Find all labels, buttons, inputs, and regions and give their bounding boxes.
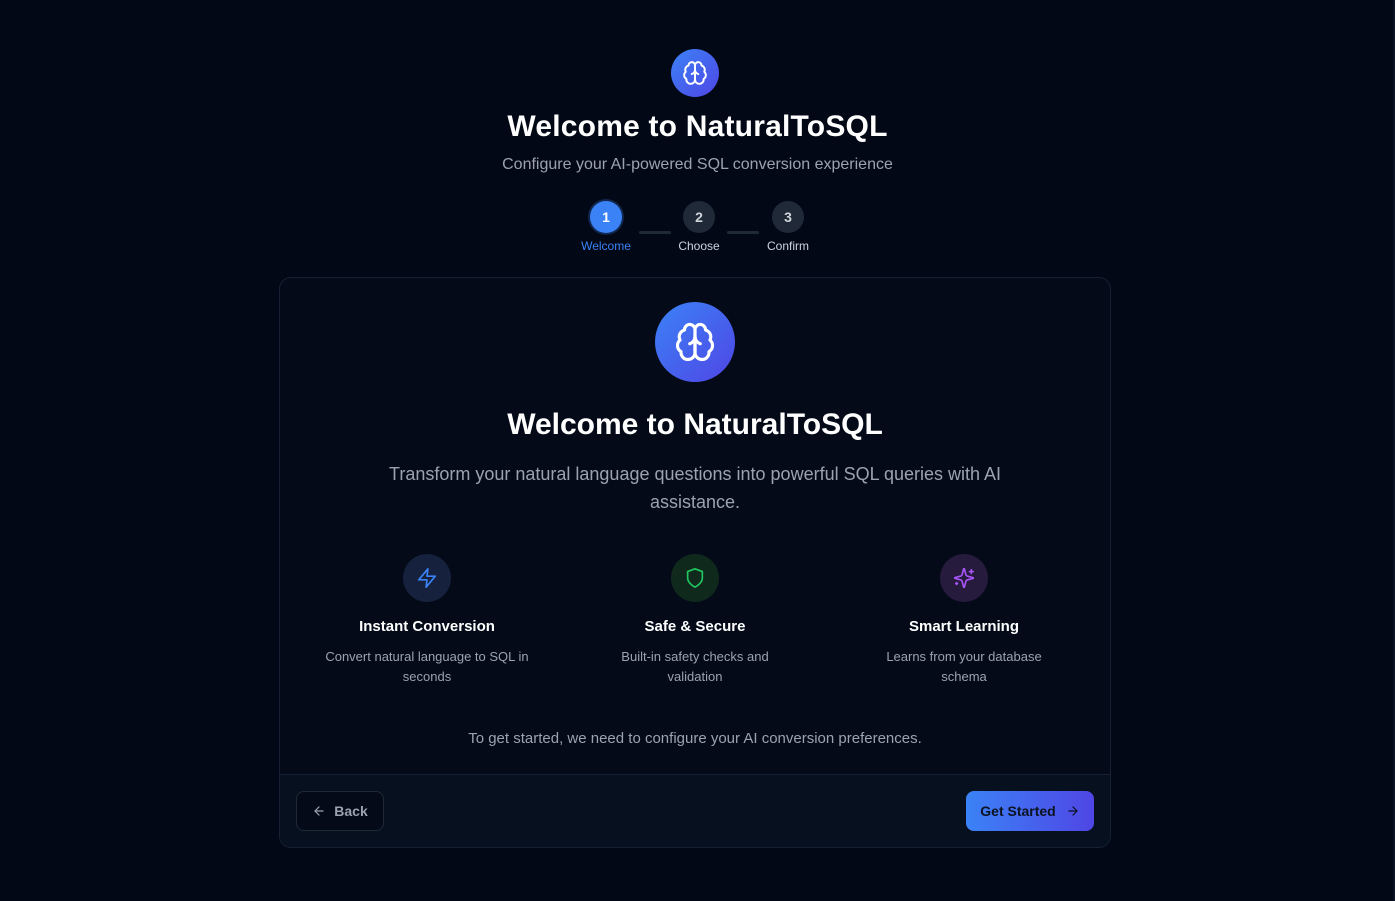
- step-label: Choose: [678, 239, 720, 253]
- step-welcome[interactable]: 1 Welcome: [566, 201, 646, 253]
- step-number: 2: [683, 201, 715, 233]
- page-subtitle: Configure your AI-powered SQL conversion…: [502, 156, 893, 173]
- feature-title: Smart Learning: [908, 618, 1020, 635]
- shield-icon: [686, 568, 704, 588]
- feature-safe-secure: Safe & Secure Built-in safety checks and…: [585, 554, 805, 687]
- feature-instant-conversion: Instant Conversion Convert natural langu…: [317, 554, 537, 687]
- app-logo: [671, 49, 719, 97]
- feature-title: Instant Conversion: [359, 618, 495, 635]
- feature-icon-wrap: [403, 554, 451, 602]
- card-title: Welcome to NaturalToSQL: [507, 408, 883, 441]
- feature-icon-wrap: [671, 554, 719, 602]
- brain-icon: [675, 322, 715, 362]
- arrow-left-icon: [314, 806, 324, 816]
- feature-description: Built-in safety checks and validation: [621, 649, 769, 684]
- sparkles-icon: [953, 567, 975, 589]
- feature-description: Learns from your database schema: [886, 649, 1042, 684]
- card-description: Transform your natural language question…: [389, 464, 1001, 512]
- page-title: Welcome to NaturalToSQL: [507, 110, 888, 143]
- brain-icon: [683, 61, 707, 85]
- back-label: Back: [334, 803, 368, 819]
- step-number: 3: [772, 201, 804, 233]
- step-confirm[interactable]: 3 Confirm: [748, 201, 828, 253]
- step-number: 1: [590, 201, 622, 233]
- get-started-button[interactable]: Get Started: [966, 791, 1094, 831]
- setup-note: To get started, we need to configure you…: [468, 730, 922, 747]
- get-started-label: Get Started: [980, 803, 1056, 819]
- step-label: Welcome: [581, 239, 631, 253]
- feature-smart-learning: Smart Learning Learns from your database…: [854, 554, 1074, 687]
- card-logo: [655, 302, 735, 382]
- welcome-card: Welcome to NaturalToSQL Transform your n…: [279, 277, 1111, 848]
- step-choose[interactable]: 2 Choose: [659, 201, 739, 253]
- lightning-icon: [417, 568, 437, 588]
- feature-icon-wrap: [940, 554, 988, 602]
- feature-title: Safe & Secure: [644, 618, 746, 635]
- back-button[interactable]: Back: [296, 791, 384, 831]
- arrow-right-icon: [1068, 806, 1078, 816]
- feature-description: Convert natural language to SQL in secon…: [325, 649, 529, 684]
- onboarding-page: Welcome to NaturalToSQL Configure your A…: [0, 0, 1395, 901]
- card-footer: Back Get Started: [280, 774, 1110, 847]
- step-label: Confirm: [766, 239, 809, 253]
